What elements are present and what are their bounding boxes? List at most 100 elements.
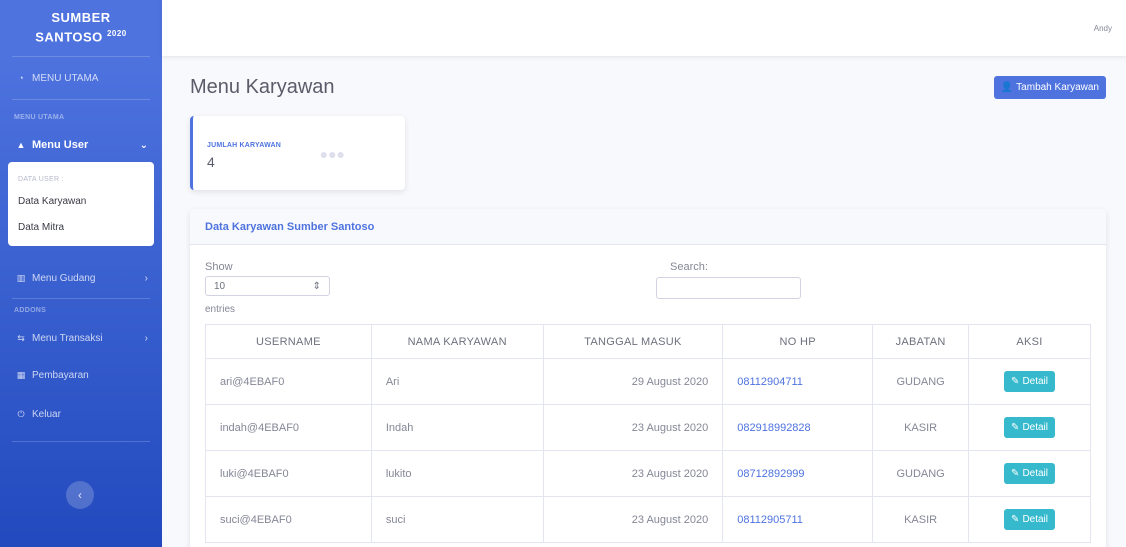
cell-jabatan: KASIR	[872, 404, 970, 451]
cell-username: indah@4EBAF0	[205, 404, 372, 451]
sidebar-brand[interactable]: SUMBER SANTOSO 2020	[0, 0, 162, 56]
add-karyawan-button[interactable]: 👤 Tambah Karyawan	[993, 76, 1106, 99]
table-row: ari@4EBAF0 Ari 29 August 2020 0811290471…	[205, 358, 1091, 405]
sidebar-item-label: Menu User	[32, 139, 89, 151]
main-content: Andy Menu Karyawan 👤 Tambah Karyawan JUM…	[162, 0, 1126, 547]
submenu-user: DATA USER : Data Karyawan Data Mitra	[8, 162, 154, 246]
cell-username: suci@4EBAF0	[205, 496, 372, 543]
tachometer-icon: ◔	[18, 73, 24, 83]
stat-label: JUMLAH KARYAWAN	[207, 142, 282, 149]
cell-jabatan: GUDANG	[872, 358, 970, 405]
entries-select[interactable]: 10 ⇕	[205, 276, 330, 296]
cell-tanggal: 23 August 2020	[542, 404, 724, 451]
cell-nama: suci	[370, 496, 544, 543]
column-header-nama[interactable]: NAMA KARYAWAN	[370, 324, 544, 359]
sidebar-item-menu-user[interactable]: ▲ Menu User ⌄	[0, 128, 162, 162]
cell-nama: Indah	[370, 404, 544, 451]
cell-no-hp[interactable]: 08112905711	[722, 496, 874, 543]
detail-button[interactable]: ✎ Detail	[1004, 509, 1056, 530]
cell-tanggal: 23 August 2020	[542, 450, 724, 497]
sidebar-item-label: Menu Transaksi	[32, 332, 103, 344]
brand-year: 2020	[106, 29, 127, 39]
user-menu[interactable]: Andy	[1094, 24, 1112, 33]
exchange-icon: ⇆	[17, 332, 25, 343]
stat-value: 4	[207, 154, 215, 170]
sidebar: SUMBER SANTOSO 2020 ◔ MENU UTAMA MENU UT…	[0, 0, 162, 547]
column-header-no-hp[interactable]: NO HP	[722, 324, 874, 359]
cell-aksi: ✎ Detail	[968, 450, 1091, 497]
cell-aksi: ✎ Detail	[968, 358, 1091, 405]
cell-tanggal: 23 August 2020	[542, 496, 724, 543]
chevron-down-icon: ⌄	[139, 139, 148, 151]
stat-card-jumlah-karyawan: JUMLAH KARYAWAN 4 ●●●	[190, 116, 405, 190]
app-layout: SUMBER SANTOSO 2020 ◔ MENU UTAMA MENU UT…	[0, 0, 1126, 547]
column-header-tanggal[interactable]: TANGGAL MASUK	[542, 324, 724, 359]
submenu-item-data-mitra[interactable]: Data Mitra	[8, 214, 154, 240]
sidebar-heading-main: MENU UTAMA	[14, 113, 65, 121]
page-header: Menu Karyawan 👤 Tambah Karyawan	[190, 76, 1106, 99]
table-card-header: Data Karyawan Sumber Santoso	[190, 209, 1106, 245]
column-header-username[interactable]: USERNAME	[205, 324, 372, 359]
topbar: Andy	[162, 0, 1126, 56]
sidebar-toggle-button[interactable]: ‹	[66, 481, 94, 509]
sidebar-item-keluar[interactable]: ⏻ Keluar	[0, 395, 162, 433]
sidebar-heading-addons: ADDONS	[14, 306, 47, 314]
table-icon: ▦	[16, 369, 26, 380]
sidebar-item-dashboard[interactable]: ◔ MENU UTAMA	[0, 57, 162, 99]
cell-no-hp[interactable]: 082918992828	[722, 404, 874, 451]
detail-label: Detail	[1022, 376, 1049, 387]
cell-jabatan: GUDANG	[872, 450, 970, 497]
detail-label: Detail	[1022, 468, 1049, 479]
edit-icon: ✎	[1011, 514, 1020, 525]
add-karyawan-label: Tambah Karyawan	[1016, 82, 1099, 93]
select-arrows-icon: ⇕	[312, 280, 321, 292]
chevron-left-icon: ‹	[78, 488, 82, 502]
table-header-row: USERNAME NAMA KARYAWAN TANGGAL MASUK NO …	[205, 324, 1091, 359]
table-row: suci@4EBAF0 suci 23 August 2020 08112905…	[205, 496, 1091, 543]
search-input[interactable]	[656, 277, 801, 299]
cell-no-hp[interactable]: 08712892999	[722, 450, 874, 497]
sidebar-item-label: MENU UTAMA	[32, 72, 99, 84]
column-header-jabatan[interactable]: JABATAN	[872, 324, 970, 359]
warehouse-icon: ▥	[16, 272, 26, 283]
detail-button[interactable]: ✎ Detail	[1004, 371, 1056, 392]
edit-icon: ✎	[1011, 376, 1020, 387]
column-header-aksi[interactable]: AKSI	[968, 324, 1091, 359]
karyawan-table: USERNAME NAMA KARYAWAN TANGGAL MASUK NO …	[205, 324, 1091, 543]
detail-label: Detail	[1022, 422, 1049, 433]
cell-aksi: ✎ Detail	[968, 404, 1091, 451]
edit-icon: ✎	[1011, 468, 1020, 479]
cell-no-hp[interactable]: 08112904711	[722, 358, 874, 405]
table-row: luki@4EBAF0 lukito 23 August 2020 087128…	[205, 450, 1091, 497]
entries-label: entries	[205, 304, 236, 315]
sidebar-item-label: Keluar	[32, 408, 61, 420]
user-plus-icon: 👤	[1000, 82, 1014, 93]
edit-icon: ✎	[1011, 422, 1020, 433]
chevron-right-icon: ›	[144, 332, 148, 344]
table-row: indah@4EBAF0 Indah 23 August 2020 082918…	[205, 404, 1091, 451]
submenu-item-data-karyawan[interactable]: Data Karyawan	[8, 188, 154, 214]
detail-label: Detail	[1022, 514, 1049, 525]
table-card: Data Karyawan Sumber Santoso Show 10 ⇕ e…	[190, 209, 1106, 547]
sidebar-item-label: Pembayaran	[32, 369, 89, 381]
users-icon: ●●●	[319, 146, 345, 162]
cell-jabatan: KASIR	[872, 496, 970, 543]
cell-username: luki@4EBAF0	[205, 450, 372, 497]
detail-button[interactable]: ✎ Detail	[1004, 417, 1056, 438]
sidebar-item-menu-gudang[interactable]: ▥ Menu Gudang ›	[0, 258, 162, 298]
sidebar-item-menu-transaksi[interactable]: ⇆ Menu Transaksi ›	[0, 321, 162, 355]
cell-nama: Ari	[370, 358, 544, 405]
table-controls: Show 10 ⇕ entries Search:	[190, 245, 1106, 325]
search-label: Search:	[670, 261, 708, 273]
cell-username: ari@4EBAF0	[205, 358, 372, 405]
power-icon: ⏻	[17, 408, 25, 419]
chevron-right-icon: ›	[144, 272, 148, 284]
cell-aksi: ✎ Detail	[968, 496, 1091, 543]
sidebar-item-pembayaran[interactable]: ▦ Pembayaran	[0, 355, 162, 395]
show-label: Show	[205, 261, 233, 273]
sidebar-divider	[12, 99, 150, 100]
detail-button[interactable]: ✎ Detail	[1004, 463, 1056, 484]
brand-line1: SUMBER	[51, 10, 111, 26]
page-title: Menu Karyawan	[190, 76, 335, 98]
sidebar-item-label: Menu Gudang	[32, 272, 96, 284]
